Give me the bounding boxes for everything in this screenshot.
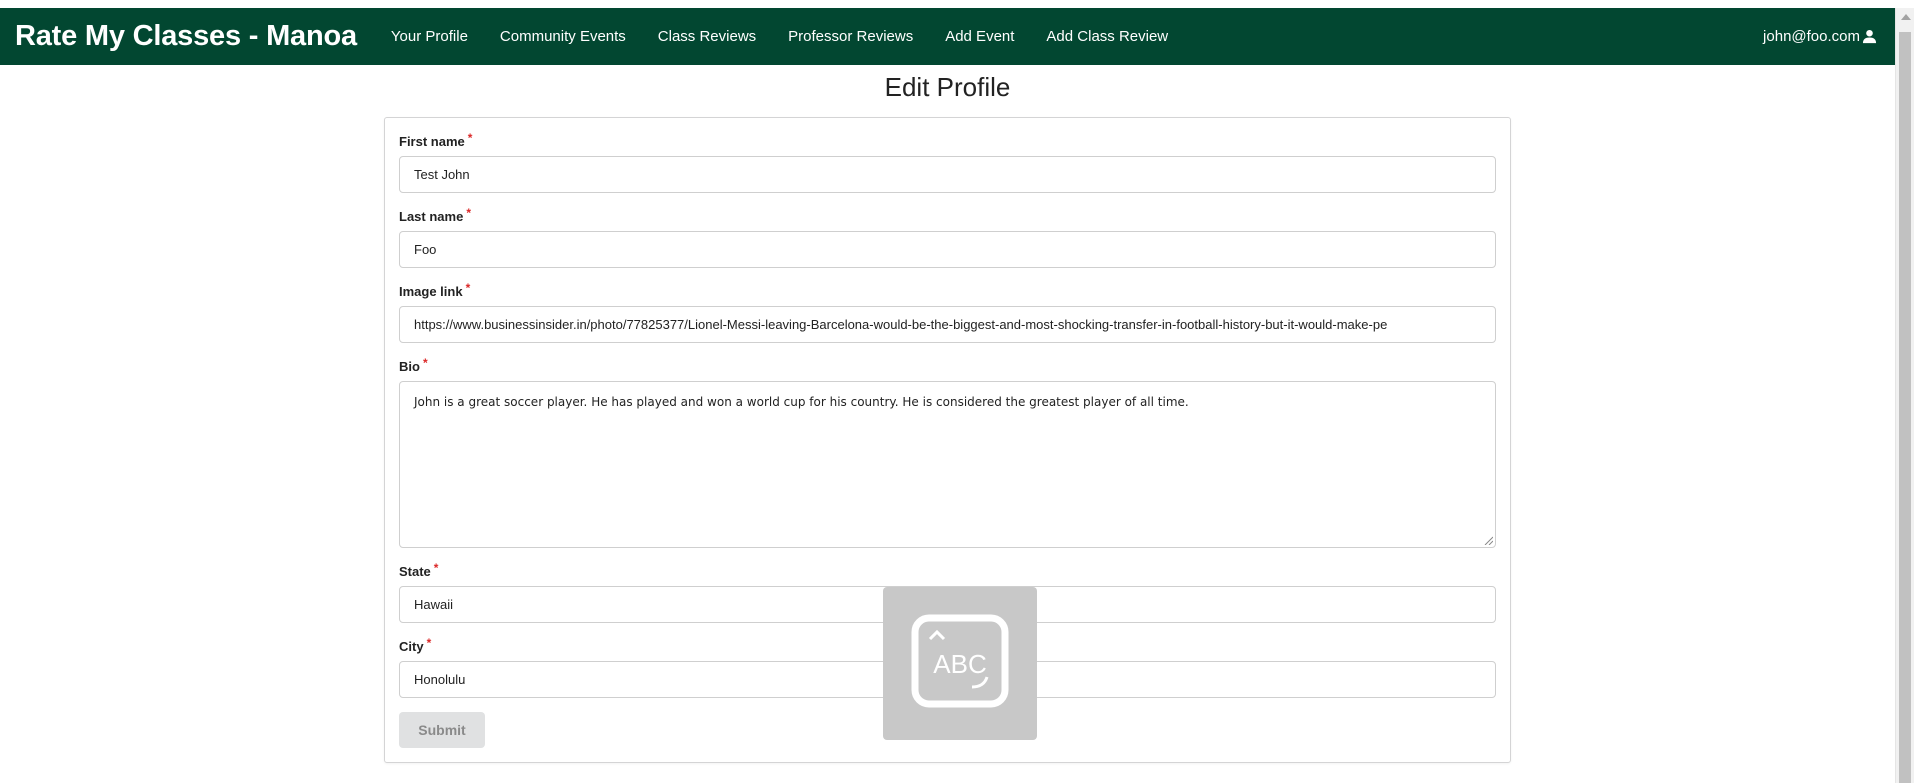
bio-label: Bio * xyxy=(399,356,428,374)
city-label: City * xyxy=(399,636,432,654)
first-name-label-text: First name xyxy=(399,134,465,149)
nav-community-events[interactable]: Community Events xyxy=(484,28,642,45)
first-name-input[interactable]: Test John xyxy=(399,156,1496,193)
submit-button[interactable]: Submit xyxy=(399,712,485,748)
last-name-input[interactable]: Foo xyxy=(399,231,1496,268)
required-mark: * xyxy=(426,636,432,650)
user-email: john@foo.com xyxy=(1763,28,1860,45)
required-mark: * xyxy=(465,281,471,295)
required-mark: * xyxy=(422,356,428,370)
keyboard-abc-overlay[interactable]: ABC xyxy=(883,587,1037,740)
nav-add-class-review[interactable]: Add Class Review xyxy=(1030,28,1184,45)
nav-class-reviews[interactable]: Class Reviews xyxy=(642,28,772,45)
bio-textarea[interactable]: John is a great soccer player. He has pl… xyxy=(399,381,1496,548)
image-link-input[interactable]: https://www.businessinsider.in/photo/778… xyxy=(399,306,1496,343)
required-mark: * xyxy=(466,206,471,220)
top-strip xyxy=(0,0,1914,8)
overlay-text: ABC xyxy=(933,649,986,679)
navbar: Rate My Classes - Manoa Your Profile Com… xyxy=(0,8,1895,65)
nav-your-profile[interactable]: Your Profile xyxy=(375,28,484,45)
page-scrollbar[interactable] xyxy=(1895,8,1914,783)
last-name-label: Last name * xyxy=(399,206,471,224)
resize-grip-icon[interactable] xyxy=(1483,535,1493,545)
state-label-text: State xyxy=(399,564,431,579)
nav-professor-reviews[interactable]: Professor Reviews xyxy=(772,28,929,45)
bio-label-text: Bio xyxy=(399,359,420,374)
scroll-up-arrow-icon[interactable] xyxy=(1901,14,1911,20)
state-label: State * xyxy=(399,561,439,579)
required-mark: * xyxy=(467,131,473,145)
city-label-text: City xyxy=(399,639,424,654)
page-title: Edit Profile xyxy=(884,72,1011,102)
required-mark: * xyxy=(433,561,439,575)
scroll-thumb[interactable] xyxy=(1899,32,1911,783)
bio-text: John is a great soccer player. He has pl… xyxy=(414,395,1189,409)
keyboard-abc-icon: ABC xyxy=(911,614,1009,708)
first-name-label: First name * xyxy=(399,131,473,149)
brand-title[interactable]: Rate My Classes - Manoa xyxy=(15,20,357,53)
nav-add-event[interactable]: Add Event xyxy=(929,28,1030,45)
last-name-label-text: Last name xyxy=(399,209,464,224)
user-menu[interactable]: john@foo.com xyxy=(1763,8,1877,65)
image-link-label-text: Image link xyxy=(399,284,463,299)
image-link-label: Image link * xyxy=(399,281,471,299)
user-icon xyxy=(1862,29,1877,44)
